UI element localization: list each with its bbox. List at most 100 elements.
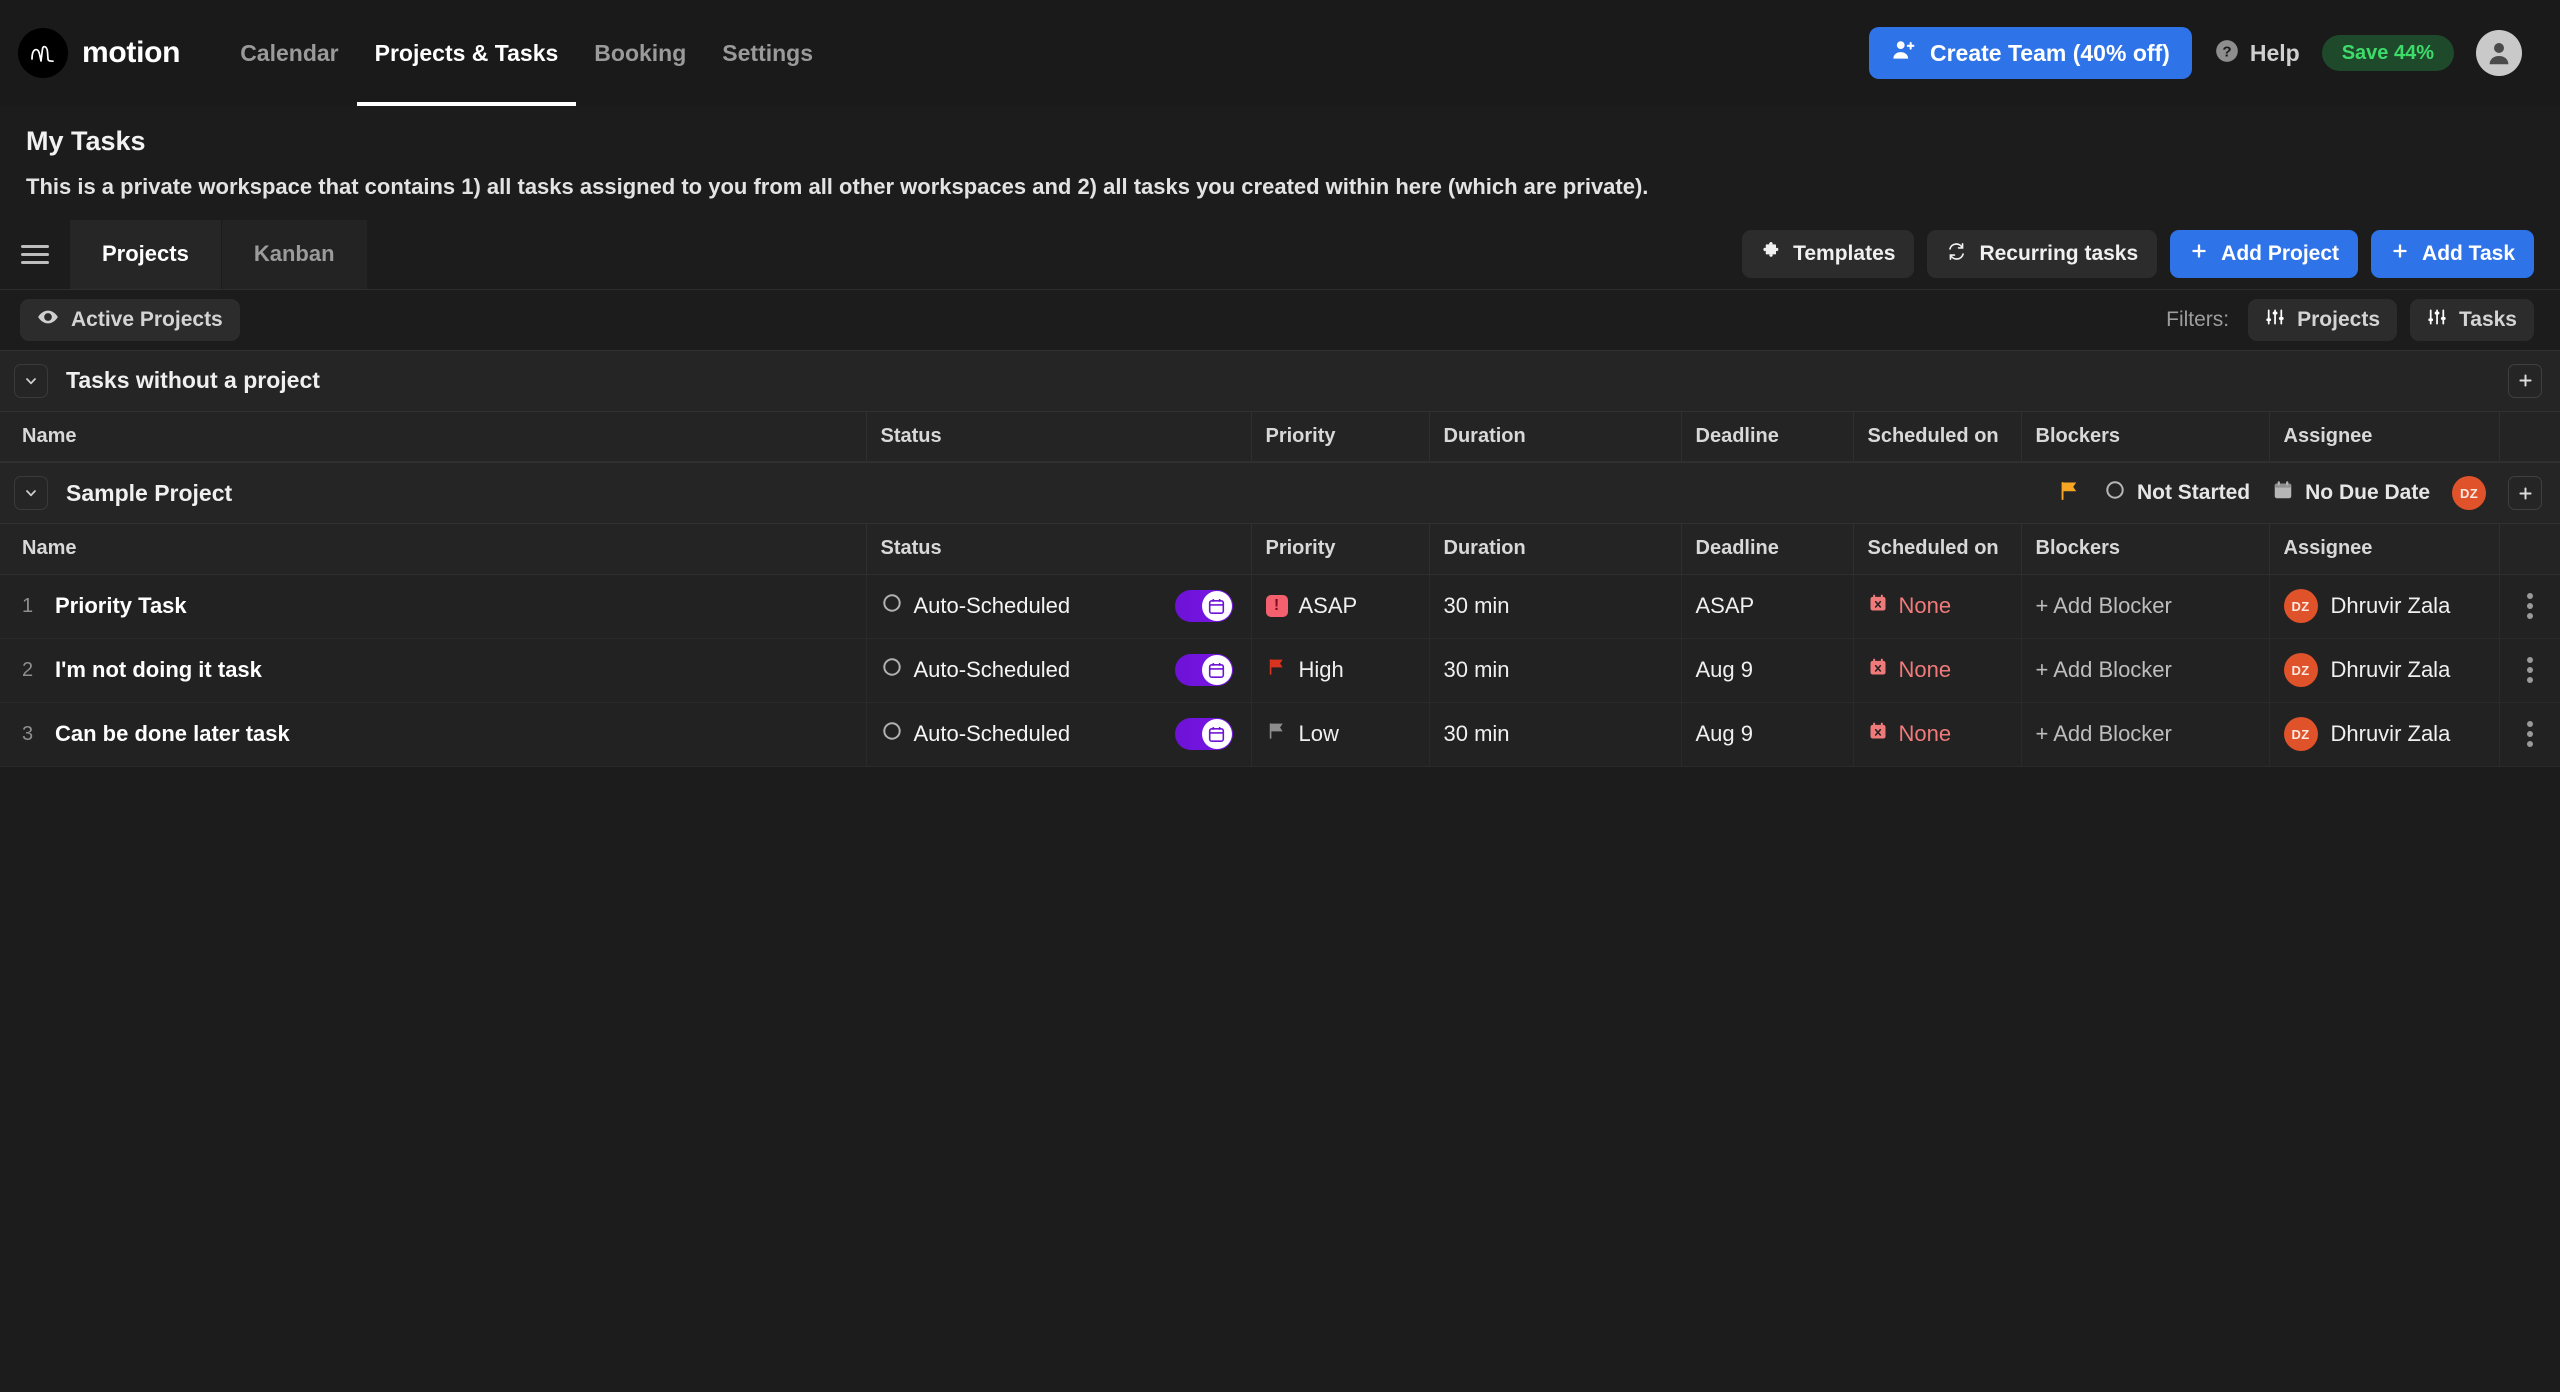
circle-outline-icon[interactable] [881,720,903,748]
project-owner-avatar[interactable]: DZ [2452,476,2486,511]
col-blockers[interactable]: Blockers [2021,411,2270,463]
add-task-button[interactable]: Add Task [2371,230,2534,279]
cell-assignee[interactable]: DZ Dhruvir Zala [2269,702,2500,767]
cell-name[interactable]: 1 Priority Task [0,574,867,639]
add-blocker-button[interactable]: + Add Blocker [2036,721,2172,746]
table-row[interactable]: 2 I'm not doing it task Auto-Scheduled H… [0,638,2560,703]
tab-kanban[interactable]: Kanban [221,219,368,289]
cell-status[interactable]: Auto-Scheduled [866,638,1252,703]
group-header-sample-project[interactable]: Sample Project Not Started No Due Date D… [0,462,2560,525]
cell-scheduled-on[interactable]: None [1853,638,2022,703]
brand[interactable]: motion [18,28,180,78]
table-row[interactable]: 3 Can be done later task Auto-Scheduled [0,702,2560,767]
cell-priority[interactable]: High [1251,638,1430,703]
help-button[interactable]: ? Help [2214,38,2300,69]
tab-projects[interactable]: Projects [70,219,222,289]
create-team-label: Create Team (40% off) [1929,39,2170,66]
cell-duration[interactable]: 30 min [1429,574,1682,639]
circle-outline-icon[interactable] [881,592,903,620]
col-status[interactable]: Status [866,524,1252,575]
col-duration[interactable]: Duration [1429,524,1682,575]
add-task-to-project-button[interactable] [2508,476,2542,511]
chevron-down-icon[interactable] [14,363,48,398]
kebab-menu-icon[interactable] [2514,593,2547,620]
auto-schedule-toggle[interactable] [1174,654,1233,687]
col-priority[interactable]: Priority [1251,524,1430,575]
kebab-menu-icon[interactable] [2514,721,2547,748]
filter-projects-button[interactable]: Projects [2248,298,2397,341]
col-name[interactable]: Name [0,411,867,463]
cell-duration[interactable]: 30 min [1429,702,1682,767]
project-status-label: Not Started [2136,481,2251,505]
table-row[interactable]: 1 Priority Task Auto-Scheduled ! ASAP 30… [0,574,2560,639]
auto-schedule-toggle[interactable] [1174,590,1233,623]
row-number: 2 [22,658,34,681]
cell-deadline[interactable]: ASAP [1681,574,1854,639]
col-priority[interactable]: Priority [1251,411,1430,463]
cell-deadline[interactable]: Aug 9 [1681,638,1854,703]
project-status[interactable]: Not Started [2104,479,2250,507]
col-deadline[interactable]: Deadline [1681,411,1854,463]
col-assignee[interactable]: Assignee [2269,524,2500,575]
cell-status[interactable]: Auto-Scheduled [866,702,1252,767]
hamburger-menu-icon[interactable] [0,219,70,289]
add-task-to-group-button[interactable] [2508,363,2542,398]
cell-blockers[interactable]: + Add Blocker [2021,638,2270,703]
create-team-button[interactable]: Create Team (40% off) [1868,27,2192,79]
cell-priority[interactable]: Low [1251,702,1430,767]
add-blocker-button[interactable]: + Add Blocker [2036,593,2172,618]
col-actions [2499,411,2560,463]
col-scheduled-on[interactable]: Scheduled on [1853,411,2022,463]
nav-item-booking[interactable]: Booking [576,0,704,106]
cell-actions[interactable] [2499,574,2560,639]
templates-button[interactable]: Templates [1742,230,1915,279]
cell-name[interactable]: 3 Can be done later task [0,702,867,767]
cell-assignee[interactable]: DZ Dhruvir Zala [2269,574,2500,639]
project-due-date[interactable]: No Due Date [2272,479,2430,507]
user-avatar-icon[interactable] [2476,30,2522,76]
cell-scheduled-on[interactable]: None [1853,702,2022,767]
person-plus-icon [1891,37,1917,69]
col-blockers[interactable]: Blockers [2021,524,2270,575]
cell-duration[interactable]: 30 min [1429,638,1682,703]
calendar-x-icon [1868,657,1888,683]
cell-blockers[interactable]: + Add Blocker [2021,574,2270,639]
help-label: Help [2249,39,2300,66]
group-header-tasks-without-project[interactable]: Tasks without a project [0,349,2560,412]
circle-outline-icon[interactable] [881,656,903,684]
status-label: Auto-Scheduled [913,593,1071,619]
cell-priority[interactable]: ! ASAP [1251,574,1430,639]
kebab-menu-icon[interactable] [2514,657,2547,684]
cell-assignee[interactable]: DZ Dhruvir Zala [2269,638,2500,703]
view-toolbar: Projects Kanban Templates Recurring task… [0,219,2560,290]
cell-actions[interactable] [2499,638,2560,703]
auto-schedule-toggle[interactable] [1174,718,1233,751]
cell-status[interactable]: Auto-Scheduled [866,574,1252,639]
nav-item-projects-tasks[interactable]: Projects & Tasks [356,0,577,106]
filter-tasks-button[interactable]: Tasks [2410,298,2534,341]
nav-item-calendar[interactable]: Calendar [222,0,356,106]
calendar-toggle-icon [1201,591,1232,622]
add-blocker-button[interactable]: + Add Blocker [2036,657,2172,682]
cell-deadline[interactable]: Aug 9 [1681,702,1854,767]
recurring-tasks-button[interactable]: Recurring tasks [1927,230,2158,279]
col-deadline[interactable]: Deadline [1681,524,1854,575]
col-assignee[interactable]: Assignee [2269,411,2500,463]
col-status[interactable]: Status [866,411,1252,463]
flag-icon[interactable] [2058,479,2082,508]
col-scheduled-on[interactable]: Scheduled on [1853,524,2022,575]
col-duration[interactable]: Duration [1429,411,1682,463]
row-number: 3 [22,722,34,745]
cell-scheduled-on[interactable]: None [1853,574,2022,639]
brand-name: motion [82,36,181,69]
cell-blockers[interactable]: + Add Blocker [2021,702,2270,767]
cell-actions[interactable] [2499,702,2560,767]
nav-item-settings[interactable]: Settings [704,0,831,106]
add-project-button[interactable]: Add Project [2170,230,2359,279]
active-projects-filter[interactable]: Active Projects [20,298,240,341]
group-meta: Not Started No Due Date DZ [2058,476,2542,511]
cell-name[interactable]: 2 I'm not doing it task [0,638,867,703]
chevron-down-icon[interactable] [14,476,48,511]
save-badge[interactable]: Save 44% [2321,35,2454,71]
col-name[interactable]: Name [0,524,867,575]
